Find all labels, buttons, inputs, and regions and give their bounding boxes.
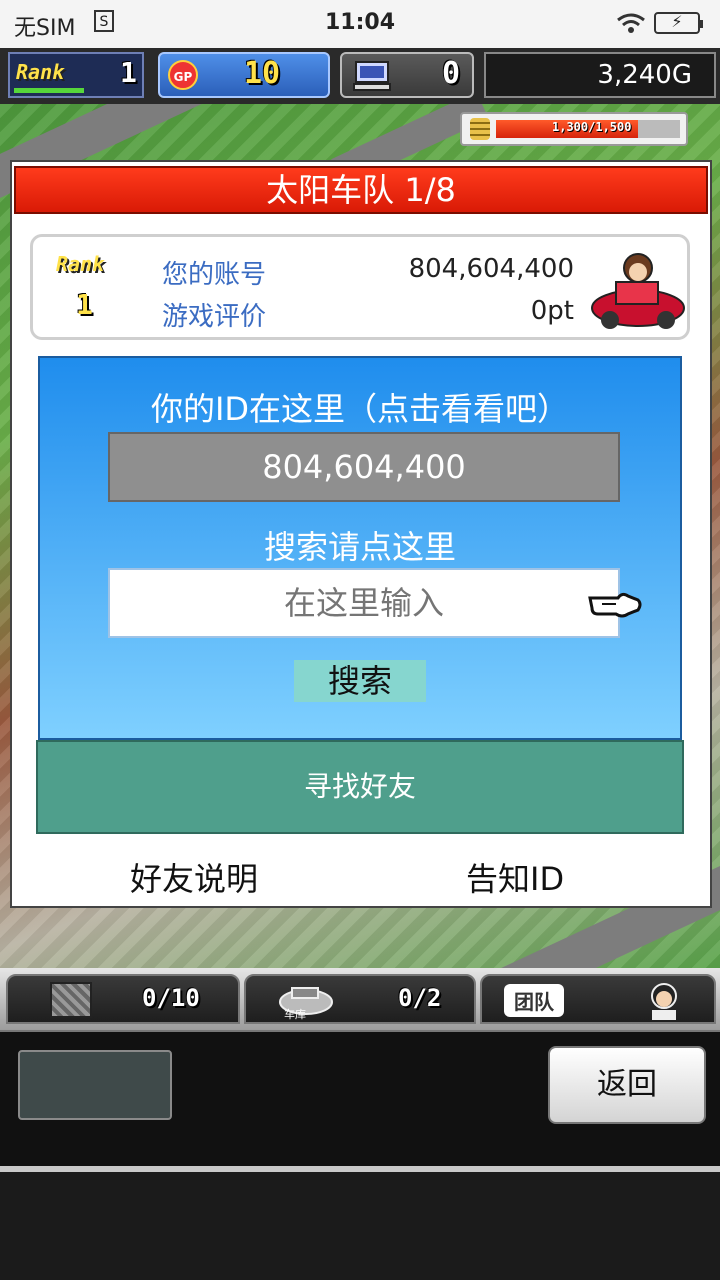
footer-area <box>0 1172 720 1280</box>
info-slot <box>18 1050 172 1120</box>
capacity-text: 1,300/1,500 <box>552 120 632 134</box>
staff-avatar-icon <box>651 983 677 1020</box>
player-car-avatar-icon <box>591 253 685 329</box>
back-button[interactable]: 返回 <box>548 1046 706 1124</box>
gp-coin-icon: GP <box>168 60 198 90</box>
friend-id-input[interactable] <box>108 568 620 638</box>
wifi-icon <box>617 13 645 33</box>
research-display[interactable]: 0 <box>340 52 474 98</box>
dialog-title: 太阳车队 1/8 <box>14 166 708 214</box>
gp-display[interactable]: GP 10 <box>158 52 330 98</box>
team-label: 团队 <box>504 984 564 1017</box>
rating-label: 游戏评价 <box>162 302 267 332</box>
coin-stack-icon <box>470 118 490 140</box>
money-display: 3,240G <box>484 52 716 98</box>
pointing-hand-icon <box>588 592 642 618</box>
garage-count: 0/2 <box>398 984 442 1012</box>
rank-badge-icon: Rank <box>16 60 65 84</box>
account-value: 804,604,400 <box>408 254 574 284</box>
rating-value: 0pt <box>530 296 574 326</box>
player-rank-value: 1 <box>76 288 93 321</box>
items-tab[interactable]: 0/10 <box>6 974 240 1024</box>
battery-icon: ⚡ <box>654 12 703 34</box>
rank-badge-icon: Rank <box>56 252 105 276</box>
share-id-link[interactable]: 告知ID <box>466 854 564 900</box>
research-value: 0 <box>442 56 461 91</box>
search-prompt: 搜索请点这里 <box>263 528 456 566</box>
find-friends-button[interactable]: 寻找好友 <box>36 740 684 834</box>
computer-icon <box>353 61 391 91</box>
rank-value: 1 <box>120 56 137 89</box>
crate-icon <box>50 982 92 1018</box>
friend-help-link[interactable]: 好友说明 <box>130 854 258 900</box>
garage-tab[interactable]: 车库 0/2 <box>244 974 476 1024</box>
capacity-bar: 1,300/1,500 <box>460 112 688 146</box>
account-label: 您的账号 <box>162 260 267 290</box>
id-prompt: 你的ID在这里（点击看看吧） <box>150 390 570 428</box>
gp-value: 10 <box>244 56 281 91</box>
items-count: 0/10 <box>142 984 200 1012</box>
my-id-display[interactable]: 804,604,400 <box>108 432 620 502</box>
garage-label: 车库 <box>284 1008 306 1021</box>
rank-progress <box>14 88 84 93</box>
rank-display: Rank 1 <box>8 52 144 98</box>
search-button[interactable]: 搜索 <box>294 660 426 702</box>
clock-time: 11:04 <box>324 10 396 35</box>
team-tab[interactable]: 团队 <box>480 974 716 1024</box>
status-bar: 无SIM S 11:04 ⚡ <box>0 0 720 48</box>
